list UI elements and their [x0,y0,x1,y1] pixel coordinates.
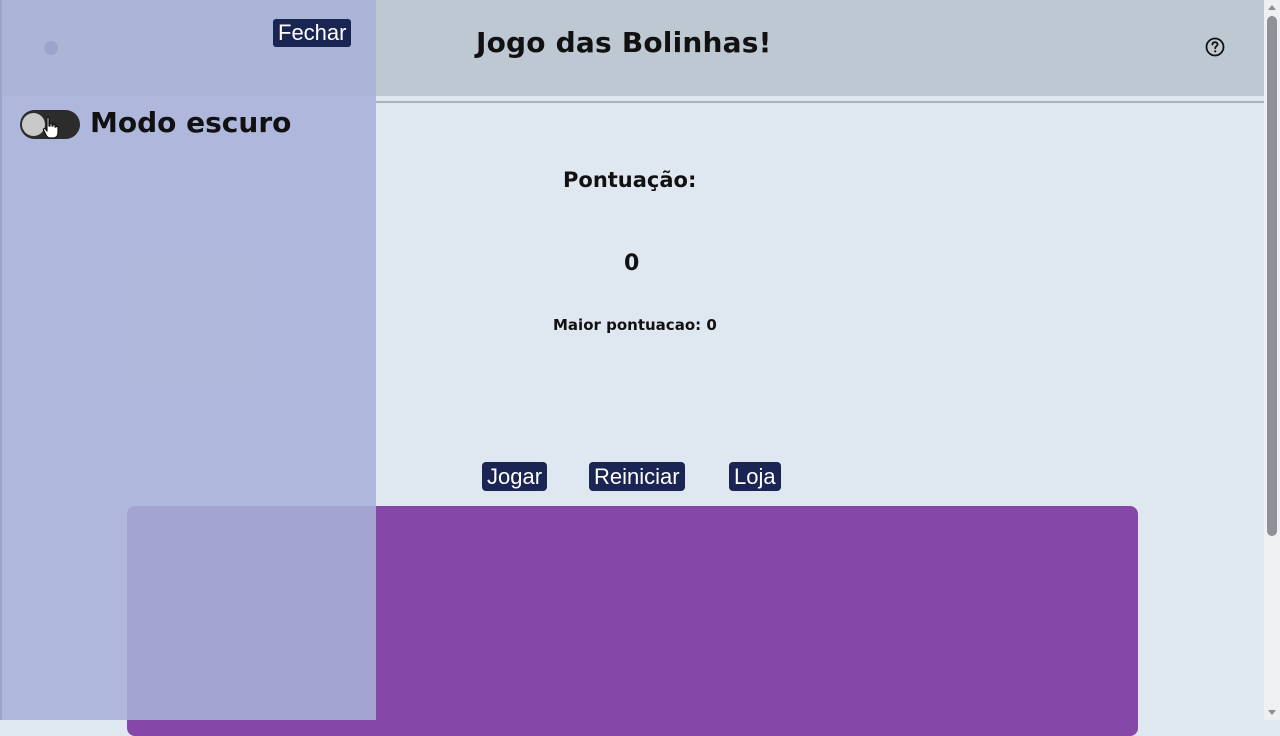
scroll-up-arrow-icon[interactable] [1268,5,1276,10]
scroll-down-arrow-icon[interactable] [1268,710,1276,715]
play-button[interactable]: Jogar [482,462,548,491]
score-value: 0 [624,251,640,276]
scrollbar-thumb[interactable] [1267,16,1277,536]
side-panel: Fechar Modo escuro [0,0,376,720]
page-title: Jogo das Bolinhas! [476,26,772,59]
side-panel-edge [0,0,2,720]
close-panel-button[interactable]: Fechar [273,19,352,47]
score-label: Pontuação: [563,168,697,192]
restart-button[interactable]: Reiniciar [589,462,685,491]
help-circle-icon[interactable] [1205,37,1225,57]
faint-dot-icon [44,41,58,55]
header-divider [376,101,1264,103]
hand-pointer-icon [42,116,59,139]
vertical-scrollbar[interactable] [1264,0,1280,720]
shop-button[interactable]: Loja [729,462,781,491]
high-score-text: Maior pontuacao: 0 [553,316,717,334]
dark-mode-label: Modo escuro [90,106,292,139]
